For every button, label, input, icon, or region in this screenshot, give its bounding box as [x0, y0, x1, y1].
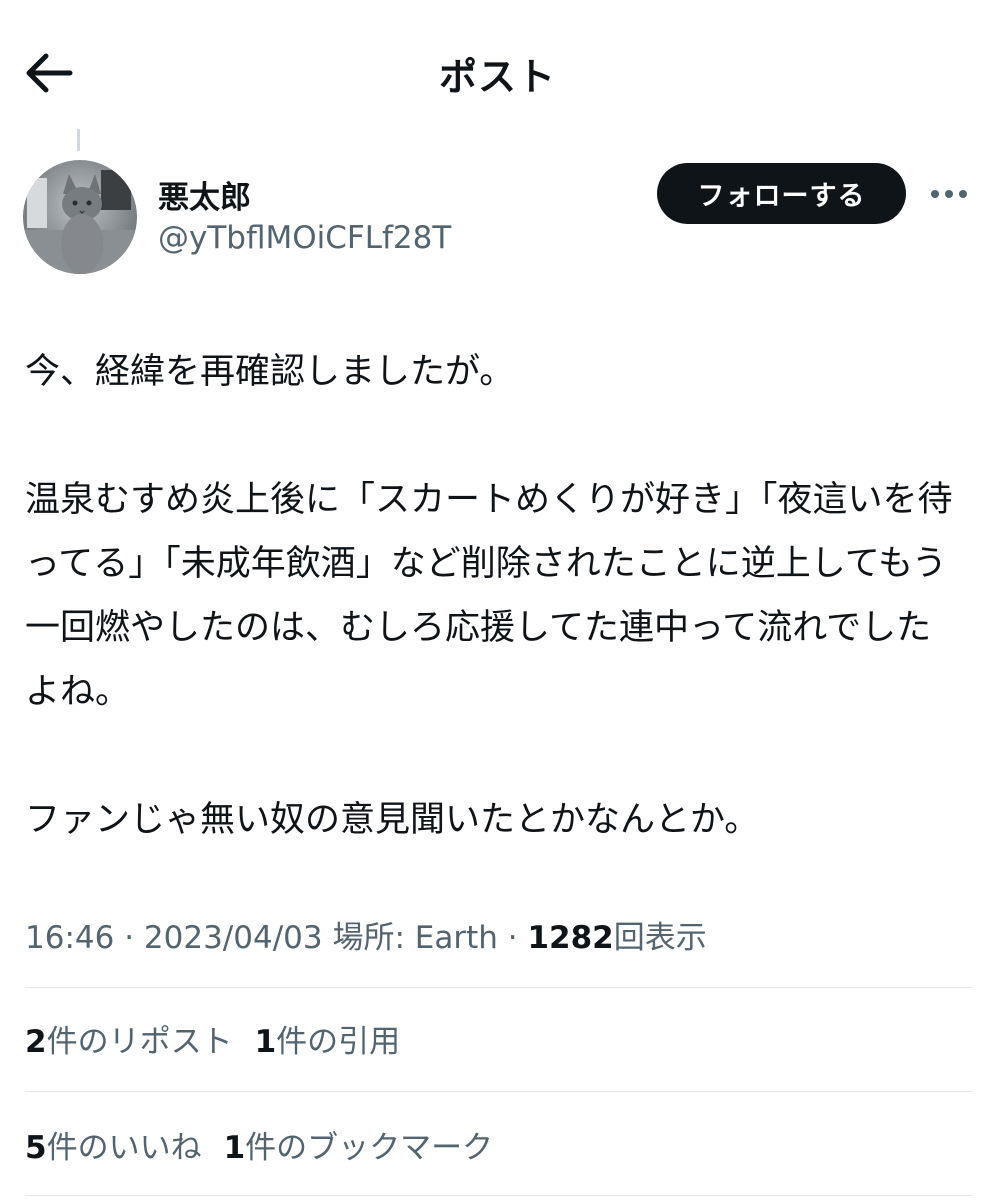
avatar[interactable]	[23, 160, 137, 274]
quotes-stat[interactable]: 1件の引用	[255, 1016, 401, 1061]
views-label: 回表示	[613, 920, 707, 956]
divider	[25, 987, 972, 988]
post-metadata: 16:46 · 2023/04/03 場所: Earth · 1282回表示	[25, 912, 707, 957]
divider	[25, 1091, 972, 1092]
thread-connector-line	[77, 129, 80, 151]
page-title: ポスト	[438, 55, 556, 99]
post-date[interactable]: 2023/04/03	[144, 920, 323, 956]
engagement-stats-row: 2件のリポスト 1件の引用	[25, 1016, 422, 1061]
bookmarks-stat[interactable]: 1件のブックマーク	[224, 1122, 494, 1167]
more-horizontal-icon	[931, 190, 967, 198]
likes-label: 件のいいね	[46, 1130, 202, 1166]
post-time[interactable]: 16:46	[25, 920, 114, 956]
more-options-button[interactable]	[928, 180, 972, 208]
reposts-count: 2	[25, 1024, 47, 1060]
likes-stats-row: 5件のいいね 1件のブックマーク	[25, 1122, 515, 1167]
bookmarks-count: 1	[223, 1130, 246, 1166]
reposts-stat[interactable]: 2件のリポスト	[25, 1016, 233, 1061]
bookmarks-label: 件のブックマーク	[245, 1130, 494, 1166]
views-count: 1282	[527, 920, 614, 956]
post-text: 今、経緯を再確認しましたが。 温泉むすめ炎上後に「スカートめくりが好き」「夜這い…	[25, 352, 953, 840]
author-display-name[interactable]: 悪太郎	[158, 172, 251, 217]
follow-button[interactable]: フォローする	[657, 163, 906, 224]
cat-avatar-image	[23, 160, 137, 274]
quotes-label: 件の引用	[276, 1024, 401, 1060]
divider	[25, 1195, 972, 1196]
quotes-count: 1	[254, 1024, 277, 1060]
likes-stat[interactable]: 5件のいいね	[25, 1122, 202, 1167]
author-handle[interactable]: @yTbflMOiCFLf28T	[158, 220, 451, 256]
post-location: 場所: Earth	[322, 920, 498, 956]
meta-separator: ·	[497, 920, 528, 956]
meta-separator: ·	[114, 920, 144, 956]
reposts-label: 件のリポスト	[46, 1024, 233, 1060]
top-bar: ポスト	[0, 0, 995, 140]
likes-count: 5	[25, 1130, 47, 1166]
